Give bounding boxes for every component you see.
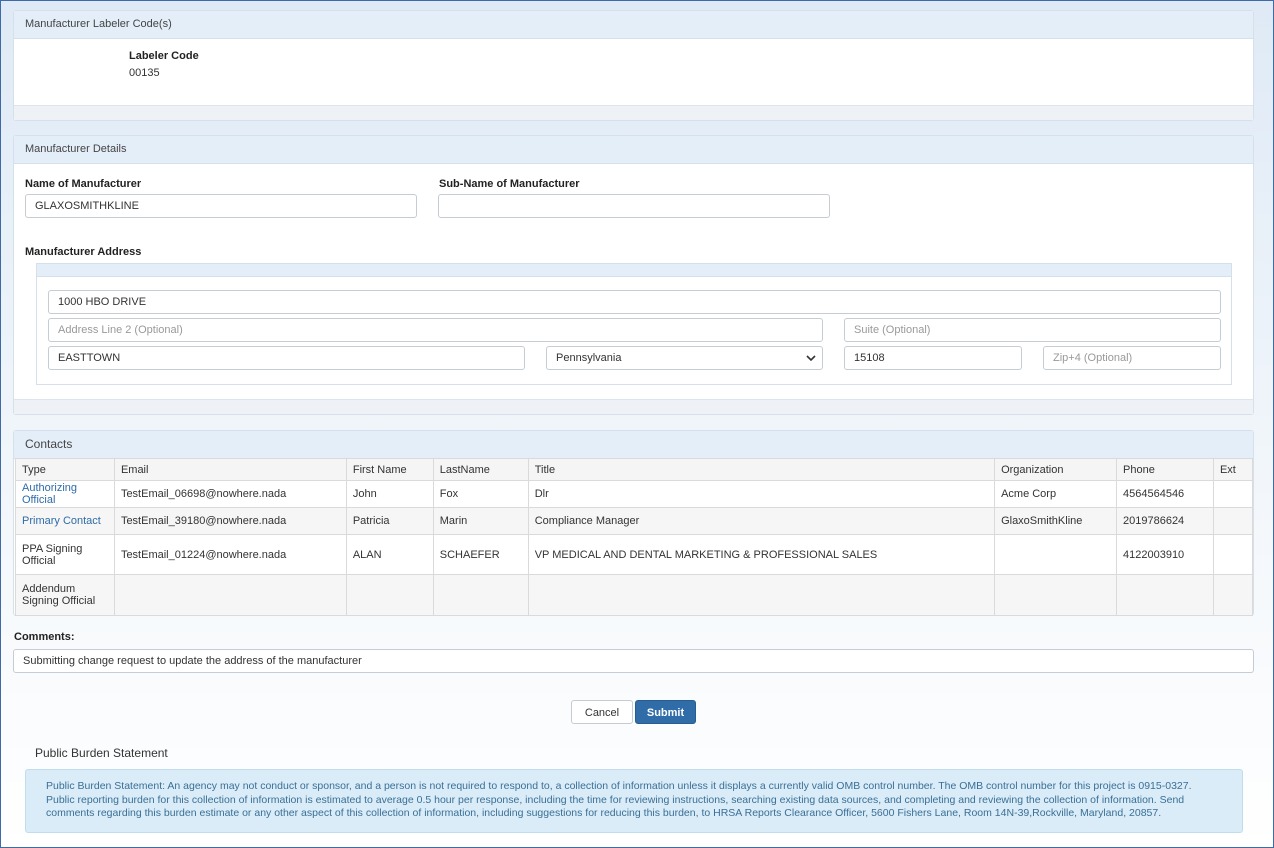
contacts-panel-title: Contacts <box>14 431 1253 459</box>
contacts-header-row: Type Email First Name LastName Title Org… <box>15 458 1254 481</box>
state-select-value: Pennsylvania <box>556 352 622 364</box>
contact-organization <box>994 574 1117 616</box>
labeler-code-panel-footer <box>14 105 1253 120</box>
contact-phone <box>1116 574 1214 616</box>
contact-first-name: John <box>345 480 434 508</box>
contacts-panel: Contacts Type Email First Name LastName … <box>13 430 1254 616</box>
city-input[interactable]: EASTTOWN <box>48 346 525 370</box>
contact-email: TestEmail_06698@nowhere.nada <box>113 480 347 508</box>
contact-phone: 4122003910 <box>1116 534 1214 575</box>
table-row: PPA Signing Official TestEmail_01224@now… <box>15 534 1254 575</box>
contact-last-name: Fox <box>432 480 529 508</box>
state-select[interactable]: Pennsylvania <box>546 346 823 370</box>
manufacturer-details-panel-title: Manufacturer Details <box>14 136 1253 164</box>
column-header: Ext <box>1212 458 1254 481</box>
contact-type-link[interactable]: Primary Contact <box>22 515 101 527</box>
contact-ext <box>1212 574 1254 616</box>
sub-name-input[interactable] <box>438 194 830 218</box>
contact-email <box>113 574 347 616</box>
sub-name-label: Sub-Name of Manufacturer <box>439 178 580 190</box>
burden-statement-text: Public Burden Statement: An agency may n… <box>46 780 1192 819</box>
contact-ext <box>1212 534 1254 575</box>
column-header: Title <box>527 458 996 481</box>
address-line1-input[interactable]: 1000 HBO DRIVE <box>48 290 1221 314</box>
contact-ext <box>1212 480 1254 508</box>
contact-email: TestEmail_39180@nowhere.nada <box>113 507 347 535</box>
cancel-button[interactable]: Cancel <box>571 700 633 724</box>
contact-title: Dlr <box>527 480 996 508</box>
contact-title <box>527 574 996 616</box>
comments-input[interactable]: Submitting change request to update the … <box>13 649 1254 673</box>
contact-first-name: ALAN <box>345 534 434 575</box>
contact-organization: GlaxoSmithKline <box>994 507 1117 535</box>
table-row: Authorizing Official TestEmail_06698@now… <box>15 480 1254 508</box>
table-row: Addendum Signing Official <box>15 574 1254 616</box>
labeler-code-panel: Manufacturer Labeler Code(s) Labeler Cod… <box>13 10 1254 121</box>
contact-organization: Acme Corp <box>994 480 1117 508</box>
table-row: Primary Contact TestEmail_39180@nowhere.… <box>15 507 1254 535</box>
burden-statement-title: Public Burden Statement <box>35 746 168 760</box>
contact-last-name <box>432 574 529 616</box>
column-header: Organization <box>994 458 1117 481</box>
manufacturer-details-panel: Manufacturer Details Name of Manufacture… <box>13 135 1254 415</box>
contact-first-name <box>345 574 434 616</box>
chevron-down-icon <box>806 349 816 376</box>
manufacturer-name-label: Name of Manufacturer <box>25 178 142 190</box>
contact-phone: 2019786624 <box>1116 507 1214 535</box>
comments-label: Comments: <box>14 631 75 643</box>
contact-last-name: SCHAEFER <box>432 534 529 575</box>
manufacturer-name-input[interactable]: GLAXOSMITHKLINE <box>25 194 417 218</box>
contacts-table: Type Email First Name LastName Title Org… <box>15 458 1254 616</box>
column-header: Type <box>15 458 115 481</box>
address-box: 1000 HBO DRIVE Address Line 2 (Optional)… <box>36 263 1232 385</box>
burden-statement-box: Public Burden Statement: An agency may n… <box>25 769 1243 833</box>
labeler-code-label: Labeler Code <box>129 50 199 62</box>
contact-ext <box>1212 507 1254 535</box>
address-line2-input[interactable]: Address Line 2 (Optional) <box>48 318 823 342</box>
labeler-code-panel-title: Manufacturer Labeler Code(s) <box>14 11 1253 39</box>
column-header: Email <box>113 458 347 481</box>
submit-button[interactable]: Submit <box>635 700 696 724</box>
address-box-header <box>37 264 1231 277</box>
contact-organization <box>994 534 1117 575</box>
contact-type: PPA Signing Official <box>15 534 115 575</box>
manufacturer-details-panel-footer <box>14 399 1253 414</box>
contact-type: Addendum Signing Official <box>15 574 115 616</box>
column-header: First Name <box>345 458 434 481</box>
zip-input[interactable]: 15108 <box>844 346 1022 370</box>
contact-title: Compliance Manager <box>527 507 996 535</box>
labeler-code-value: 00135 <box>129 67 160 79</box>
column-header: Phone <box>1116 458 1214 481</box>
contact-email: TestEmail_01224@nowhere.nada <box>113 534 347 575</box>
contact-last-name: Marin <box>432 507 529 535</box>
zip4-input[interactable]: Zip+4 (Optional) <box>1043 346 1221 370</box>
contact-phone: 4564564546 <box>1116 480 1214 508</box>
contact-type-link[interactable]: Authorizing Official <box>22 482 77 506</box>
suite-input[interactable]: Suite (Optional) <box>844 318 1221 342</box>
column-header: LastName <box>432 458 529 481</box>
manufacturer-address-label: Manufacturer Address <box>25 246 142 258</box>
contact-first-name: Patricia <box>345 507 434 535</box>
contact-title: VP MEDICAL AND DENTAL MARKETING & PROFES… <box>527 534 996 575</box>
